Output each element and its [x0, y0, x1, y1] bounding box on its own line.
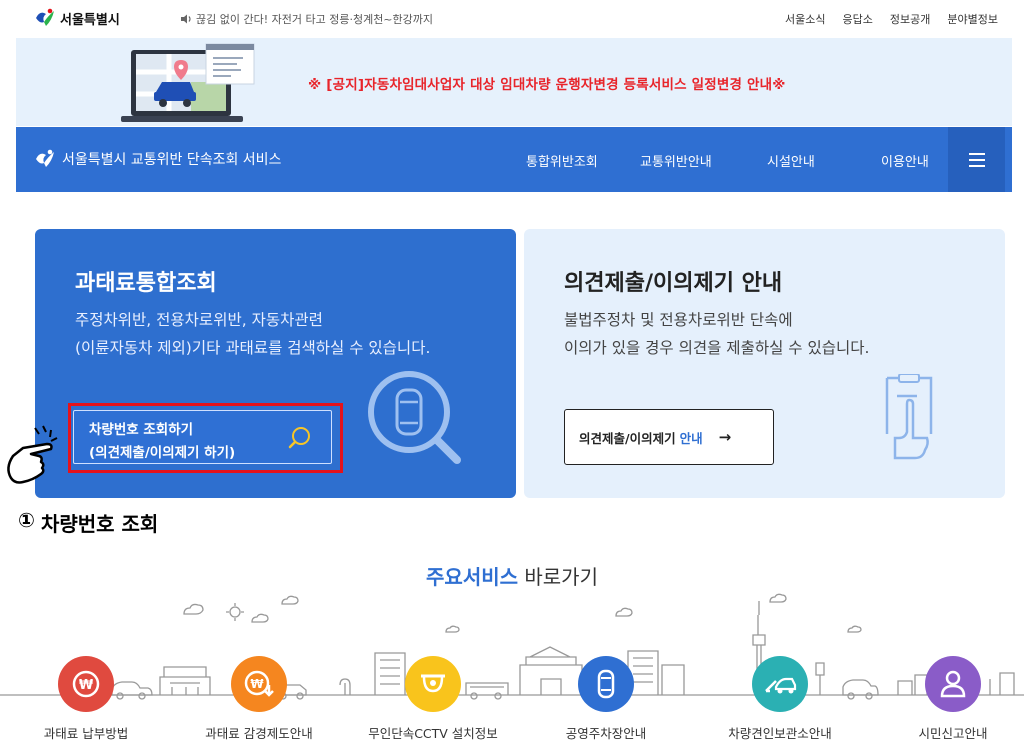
- news-ticker[interactable]: 끊김 없이 간다! 자전거 타고 정릉·청계천~한강까지: [180, 11, 433, 27]
- svg-text:₩: ₩: [250, 677, 264, 691]
- seoul-logo-white-icon: [36, 149, 54, 167]
- opinion-guide-card: 의견제출/이의제기 안내 불법주정차 및 전용차로위반 단속에 이의가 있을 경…: [524, 229, 1005, 498]
- car-magnifier-icon: [368, 371, 461, 464]
- service-public-parking[interactable]: 공영주차장안내: [531, 656, 681, 742]
- top-links: 서울소식 응답소 정보공개 분야별정보: [785, 11, 998, 27]
- top-link-info[interactable]: 정보공개: [890, 11, 930, 27]
- service-label: 차량견인보관소안내: [728, 726, 832, 741]
- service-fine-payment[interactable]: ₩ 과태료 납부방법: [11, 656, 161, 742]
- notice-text[interactable]: ※ [공지]자동차임대사업자 대상 임대차량 운행자변경 등록서비스 일정변경 …: [308, 73, 786, 93]
- service-fine-reduction[interactable]: ₩ 과태료 감경제도안내: [184, 656, 334, 742]
- service-label: 과태료 납부방법: [43, 726, 129, 741]
- svg-text:₩: ₩: [79, 678, 94, 693]
- nav-service-title[interactable]: 서울특별시 교통위반 단속조회 서비스: [34, 149, 281, 169]
- service-citizen-report[interactable]: 시민신고안내: [878, 656, 1024, 742]
- service-circle: ₩: [58, 656, 114, 712]
- ticker-text: 끊김 없이 간다! 자전거 타고 정릉·청계천~한강까지: [196, 13, 434, 26]
- tow-truck-icon: [765, 677, 797, 694]
- seoul-logo-icon: [36, 8, 54, 26]
- logo-text: 서울특별시: [60, 12, 120, 28]
- step-text: 차량번호 조회: [40, 512, 159, 536]
- fine-lookup-description: 주정차위반, 전용차로위반, 자동차관련 (이륜자동차 제외)기타 과태료를 검…: [75, 306, 430, 362]
- nav-item-usage-guide[interactable]: 이용안내: [881, 151, 929, 170]
- nav-item-violation-guide[interactable]: 교통위반안내: [640, 151, 767, 170]
- won-down-icon: ₩: [244, 670, 274, 697]
- step-number: ①: [18, 508, 35, 532]
- opinion-guide-title: 의견제출/이의제기 안내: [564, 271, 783, 296]
- service-circle: [925, 656, 981, 712]
- menu-bar: [968, 158, 985, 161]
- service-label: 공영주차장안내: [565, 726, 647, 741]
- fine-lookup-desc-line1: 주정차위반, 전용차로위반, 자동차관련: [75, 311, 323, 329]
- top-link-response[interactable]: 응답소: [843, 11, 873, 27]
- opinion-button-highlight: 안내: [679, 430, 703, 446]
- hamburger-menu-button[interactable]: [948, 127, 1005, 192]
- menu-bar: [968, 164, 985, 167]
- service-circle: [578, 656, 634, 712]
- top-link-field-info[interactable]: 분야별정보: [947, 11, 998, 27]
- opinion-guide-button[interactable]: 의견제출/이의제기 안내 →: [564, 409, 774, 465]
- service-tow-storage[interactable]: 차량견인보관소안내: [705, 656, 855, 742]
- opinion-guide-description: 불법주정차 및 전용차로위반 단속에 이의가 있을 경우 의견을 제출하실 수 …: [564, 306, 869, 362]
- seoul-logo[interactable]: 서울특별시: [34, 8, 120, 28]
- service-label: 무인단속CCTV 설치정보: [368, 726, 498, 741]
- top-link-news[interactable]: 서울소식: [785, 11, 825, 27]
- nav-item-facility-guide[interactable]: 시설안내: [767, 151, 881, 170]
- laptop-map-illustration: [121, 43, 255, 122]
- opinion-button-text: 의견제출/이의제기: [579, 430, 676, 446]
- fine-lookup-title: 과태료통합조회: [75, 271, 217, 296]
- opinion-desc-line1: 불법주정차 및 전용차로위반 단속에: [564, 311, 793, 329]
- person-icon: [940, 670, 966, 698]
- pointing-hand-icon: [7, 425, 58, 484]
- service-circle: [752, 656, 808, 712]
- service-cctv-info[interactable]: 무인단속CCTV 설치정보: [358, 656, 508, 742]
- notice-banner[interactable]: ※ [공지]자동차임대사업자 대상 임대차량 운행자변경 등록서비스 일정변경 …: [16, 38, 1012, 126]
- top-bar: 서울특별시 끊김 없이 간다! 자전거 타고 정릉·청계천~한강까지 서울소식 …: [0, 0, 1024, 38]
- won-coin-icon: ₩: [72, 670, 100, 698]
- speaker-icon: [181, 14, 191, 24]
- document-hand-icon: [885, 374, 933, 460]
- service-title-text: 서울특별시 교통위반 단속조회 서비스: [62, 152, 282, 168]
- step-label: ① 차량번호 조회: [18, 508, 158, 537]
- main-nav: 서울특별시 교통위반 단속조회 서비스 통합위반조회 교통위반안내 시설안내 이…: [16, 127, 1012, 192]
- arrow-right-icon: →: [718, 428, 732, 446]
- service-label: 과태료 감경제도안내: [205, 726, 313, 741]
- service-circle: ₩: [231, 656, 287, 712]
- fine-lookup-desc-line2: (이륜자동차 제외)기타 과태료를 검색하실 수 있습니다.: [75, 339, 431, 357]
- cctv-icon: [421, 674, 445, 693]
- nav-item-integrated-lookup[interactable]: 통합위반조회: [526, 151, 640, 170]
- nav-menu: 통합위반조회 교통위반안내 시설안내 이용안내: [526, 151, 929, 170]
- menu-bar: [968, 152, 985, 155]
- service-circle: [405, 656, 461, 712]
- car-top-icon: [597, 669, 615, 699]
- highlight-frame: [68, 403, 343, 473]
- service-label: 시민신고안내: [918, 726, 988, 741]
- opinion-desc-line2: 이의가 있을 경우 의견을 제출하실 수 있습니다.: [564, 339, 870, 357]
